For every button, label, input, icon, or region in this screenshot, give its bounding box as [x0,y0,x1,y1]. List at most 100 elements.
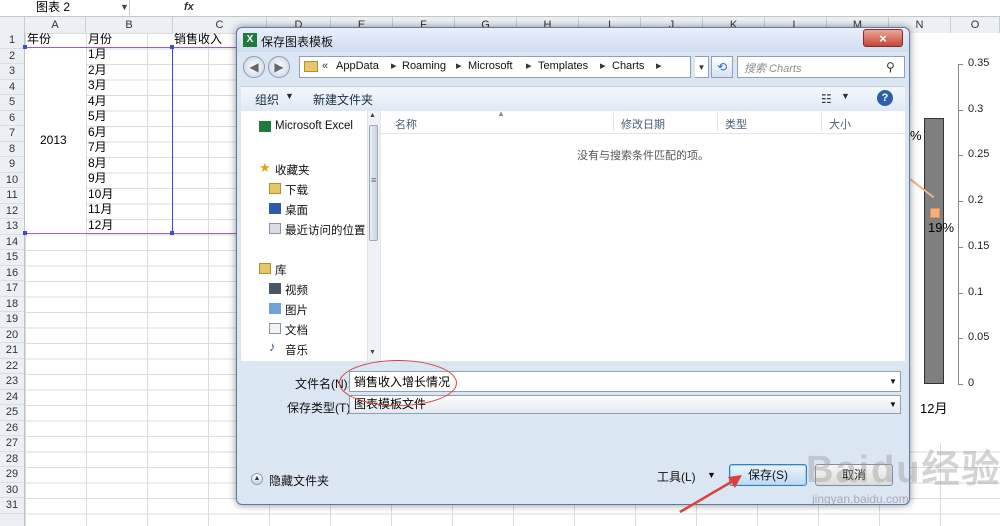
row-header[interactable]: 21 [0,343,24,359]
nav-item-recent[interactable]: 最近访问的位置 [285,222,366,238]
organize-button[interactable]: 组织 [255,91,279,108]
nav-item-microsoft-excel[interactable]: Microsoft Excel [275,120,353,132]
selection-handle[interactable] [23,45,27,49]
help-icon[interactable]: ? [877,90,893,106]
breadcrumb-microsoft[interactable]: Microsoft [468,60,513,72]
refresh-button[interactable]: ⟲ [711,56,733,78]
chevron-down-icon[interactable]: ▼ [120,0,129,15]
header-sales[interactable]: 销售收入 [174,32,222,47]
row-header[interactable]: 29 [0,467,24,483]
hide-folders-label[interactable]: 隐藏文件夹 [269,472,329,489]
chevron-down-icon[interactable]: ▼ [285,91,294,101]
nav-item-desktop[interactable]: 桌面 [285,202,308,218]
row-header[interactable]: 16 [0,266,24,281]
column-header[interactable]: B [86,17,173,33]
chevron-down-icon[interactable]: ▼ [841,91,850,101]
nav-item-favorites[interactable]: 收藏夹 [275,162,310,178]
nav-item-music[interactable]: 音乐 [285,342,308,358]
row-header[interactable]: 10 [0,173,24,188]
breadcrumb-separator-icon[interactable]: ▸ [391,59,397,72]
row-header[interactable]: 8 [0,142,24,157]
fx-icon[interactable]: fx [184,0,194,15]
row-header[interactable]: 24 [0,390,24,405]
nav-item-downloads[interactable]: 下载 [285,182,308,198]
month-cell[interactable]: 5月 [88,109,107,124]
column-divider[interactable] [821,113,822,131]
month-cell[interactable]: 11月 [88,202,112,217]
address-dropdown-icon[interactable]: ▼ [695,56,709,78]
view-options-icon[interactable]: ☷ [821,92,832,106]
header-month[interactable]: 月份 [88,32,112,47]
close-button[interactable]: × [863,29,903,47]
row-header[interactable]: 30 [0,483,24,498]
month-cell[interactable]: 8月 [88,156,107,171]
breadcrumb-overflow[interactable]: « [322,60,328,72]
nav-item-pictures[interactable]: 图片 [285,302,308,318]
chart-area[interactable] [905,33,1000,443]
search-icon[interactable]: ⚲ [886,60,895,74]
selection-handle[interactable] [23,231,27,235]
row-header[interactable]: 28 [0,452,24,467]
nav-item-videos[interactable]: 视频 [285,282,308,298]
year-value[interactable]: 2013 [40,133,67,148]
selection-handle[interactable] [170,45,174,49]
row-header[interactable]: 27 [0,436,24,452]
month-cell[interactable]: 7月 [88,140,107,155]
row-header[interactable]: 7 [0,126,24,142]
chevron-down-icon[interactable]: ▼ [889,372,897,391]
row-header[interactable]: 11 [0,188,24,204]
row-header[interactable]: 2 [0,49,24,64]
forward-button[interactable]: ▶ [268,56,290,78]
column-divider[interactable] [613,113,614,131]
column-type[interactable]: 类型 [725,116,747,132]
month-cell[interactable]: 2月 [88,63,107,78]
row-header[interactable]: 4 [0,80,24,95]
select-all-corner[interactable] [0,17,25,33]
row-header[interactable]: 22 [0,359,24,374]
address-bar[interactable]: « AppData ▸ Roaming ▸ Microsoft ▸ Templa… [299,56,691,78]
chevron-down-icon[interactable]: ▼ [707,470,716,480]
row-header[interactable]: 25 [0,405,24,421]
new-folder-button[interactable]: 新建文件夹 [313,91,373,108]
search-input[interactable]: 搜索 Charts ⚲ [737,56,905,78]
row-header[interactable]: 12 [0,204,24,219]
column-divider[interactable] [717,113,718,131]
row-header[interactable]: 19 [0,312,24,328]
month-cell[interactable]: 10月 [88,187,113,202]
breadcrumb-separator-icon[interactable]: ▸ [526,59,532,72]
row-header[interactable]: 23 [0,374,24,390]
row-header[interactable]: 31 [0,498,24,514]
row-header[interactable]: 13 [0,219,24,235]
row-header[interactable]: 9 [0,157,24,173]
row-header[interactable]: 15 [0,250,24,266]
file-list-pane[interactable]: ▲ 名称 修改日期 类型 大小 没有与搜索条件匹配的项。 [381,109,905,361]
row-header[interactable]: 18 [0,297,24,312]
column-size[interactable]: 大小 [829,116,851,132]
column-name[interactable]: 名称 [395,116,417,132]
column-header[interactable]: A [25,17,86,33]
breadcrumb-separator-icon[interactable]: ▸ [456,59,462,72]
month-cell[interactable]: 3月 [88,78,107,93]
row-header[interactable]: 17 [0,281,24,297]
nav-item-documents[interactable]: 文档 [285,322,308,338]
row-header[interactable]: 1 [0,33,24,49]
dialog-titlebar[interactable]: X 保存图表模板 × [237,28,909,52]
month-cell[interactable]: 4月 [88,94,107,109]
breadcrumb-appdata[interactable]: AppData [336,60,379,72]
breadcrumb-separator-icon[interactable]: ▸ [656,59,662,72]
breadcrumb-templates[interactable]: Templates [538,60,588,72]
month-cell[interactable]: 1月 [88,47,107,62]
row-header[interactable]: 3 [0,64,24,80]
month-cell[interactable]: 9月 [88,171,107,186]
row-header[interactable]: 20 [0,328,24,343]
name-box[interactable]: 图表 2 [0,0,130,15]
row-header[interactable]: 26 [0,421,24,436]
chevron-down-icon[interactable]: ▼ [889,396,897,413]
tools-button[interactable]: 工具(L) [657,468,696,485]
row-header[interactable]: 5 [0,95,24,111]
chevron-up-icon[interactable]: ▲ [251,473,263,485]
selection-handle[interactable] [170,231,174,235]
back-button[interactable]: ◀ [243,56,265,78]
row-header[interactable]: 14 [0,235,24,250]
breadcrumb-roaming[interactable]: Roaming [402,60,446,72]
